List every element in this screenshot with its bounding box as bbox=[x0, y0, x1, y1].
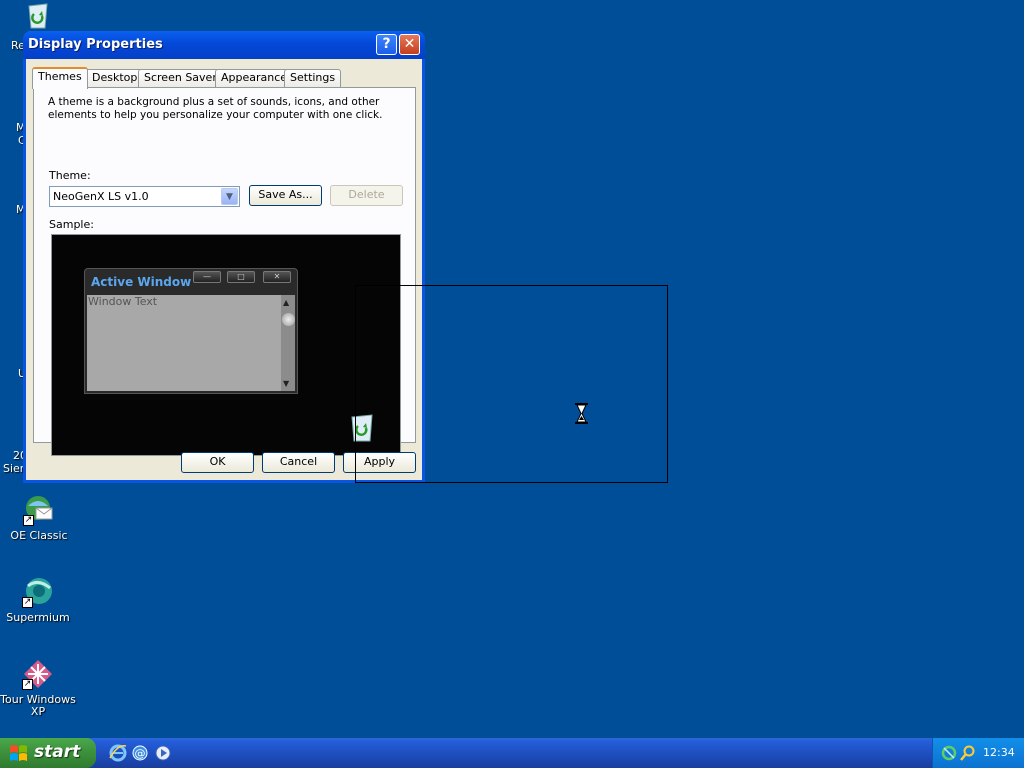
close-button[interactable]: ✕ bbox=[399, 34, 420, 55]
desktop-icon-tour-windows-xp[interactable]: ↗ Tour Windows XP bbox=[0, 658, 76, 718]
tab-desktop[interactable]: Desktop bbox=[86, 69, 144, 87]
internet-explorer-icon[interactable] bbox=[109, 744, 127, 762]
email-client-icon[interactable]: @ bbox=[131, 744, 149, 762]
start-button[interactable]: start bbox=[0, 738, 96, 768]
sample-active-window: Active Window — □ ✕ Window Text ▲ ▼ bbox=[84, 268, 298, 394]
tab-screen-saver[interactable]: Screen Saver bbox=[138, 69, 223, 87]
scroll-up-icon: ▲ bbox=[283, 298, 290, 307]
recycle-bin-icon bbox=[24, 2, 52, 30]
sample-window-title: Active Window bbox=[91, 275, 192, 289]
chevron-down-icon[interactable]: ▼ bbox=[221, 188, 238, 205]
oe-classic-icon: ↗ bbox=[23, 494, 55, 526]
desktop-icon-recycle-bin[interactable] bbox=[0, 2, 76, 34]
help-button[interactable]: ? bbox=[376, 34, 397, 55]
theme-select[interactable]: NeoGenX LS v1.0 ▼ bbox=[49, 186, 240, 207]
sample-scrollbar: ▲ ▼ bbox=[281, 295, 295, 391]
sample-window-client: Window Text bbox=[87, 295, 281, 391]
title-bar[interactable]: Display Properties ? ✕ bbox=[23, 31, 425, 59]
theme-select-value: NeoGenX LS v1.0 bbox=[53, 190, 149, 203]
clock[interactable]: 12:34 bbox=[983, 746, 1015, 759]
tab-appearance[interactable]: Appearance bbox=[215, 69, 294, 87]
maximize-icon: □ bbox=[227, 271, 255, 283]
desktop-icon-label: OE Classic bbox=[10, 529, 68, 542]
desktop-icon-supermium[interactable]: ↗ Supermium bbox=[0, 576, 76, 624]
desktop-icon-oe-classic[interactable]: ↗ OE Classic bbox=[1, 494, 77, 542]
ok-button[interactable]: OK bbox=[181, 452, 254, 473]
network-icon[interactable] bbox=[941, 745, 957, 761]
shortcut-arrow-icon: ↗ bbox=[22, 679, 33, 690]
scroll-thumb bbox=[282, 313, 295, 326]
window-title: Display Properties bbox=[28, 37, 163, 52]
supermium-icon: ↗ bbox=[22, 576, 54, 608]
close-icon: ✕ bbox=[263, 271, 291, 283]
desktop-icon-label: Tour Windows XP bbox=[0, 693, 76, 718]
shortcut-arrow-icon: ↗ bbox=[22, 597, 33, 608]
cancel-button[interactable]: Cancel bbox=[262, 452, 335, 473]
search-icon[interactable] bbox=[960, 745, 976, 761]
desktop-label-partial: Sier bbox=[3, 462, 25, 475]
start-label: start bbox=[34, 742, 81, 762]
desktop-icon-label: Supermium bbox=[6, 611, 70, 624]
save-as-button[interactable]: Save As... bbox=[249, 185, 322, 206]
minimize-icon: — bbox=[193, 271, 221, 283]
scroll-down-icon: ▼ bbox=[283, 379, 290, 388]
delete-button[interactable]: Delete bbox=[330, 185, 403, 206]
theme-sample-preview: Active Window — □ ✕ Window Text ▲ ▼ bbox=[51, 234, 401, 456]
shortcut-arrow-icon: ↗ bbox=[23, 515, 34, 526]
taskbar: start @ 12:34 bbox=[0, 738, 1024, 768]
sample-label: Sample: bbox=[49, 218, 94, 231]
theme-description: A theme is a background plus a set of so… bbox=[48, 96, 383, 121]
sample-window-text: Window Text bbox=[88, 295, 158, 308]
windows-flag-icon bbox=[9, 744, 27, 762]
theme-label: Theme: bbox=[49, 169, 91, 182]
tour-windows-xp-icon: ↗ bbox=[22, 658, 54, 690]
svg-text:@: @ bbox=[135, 747, 146, 760]
hourglass-icon bbox=[575, 403, 588, 424]
tab-settings[interactable]: Settings bbox=[284, 69, 342, 87]
tab-themes[interactable]: Themes bbox=[32, 67, 88, 89]
drag-outline bbox=[355, 285, 668, 483]
system-tray: 12:34 bbox=[932, 738, 1024, 768]
media-player-icon[interactable] bbox=[154, 744, 172, 762]
